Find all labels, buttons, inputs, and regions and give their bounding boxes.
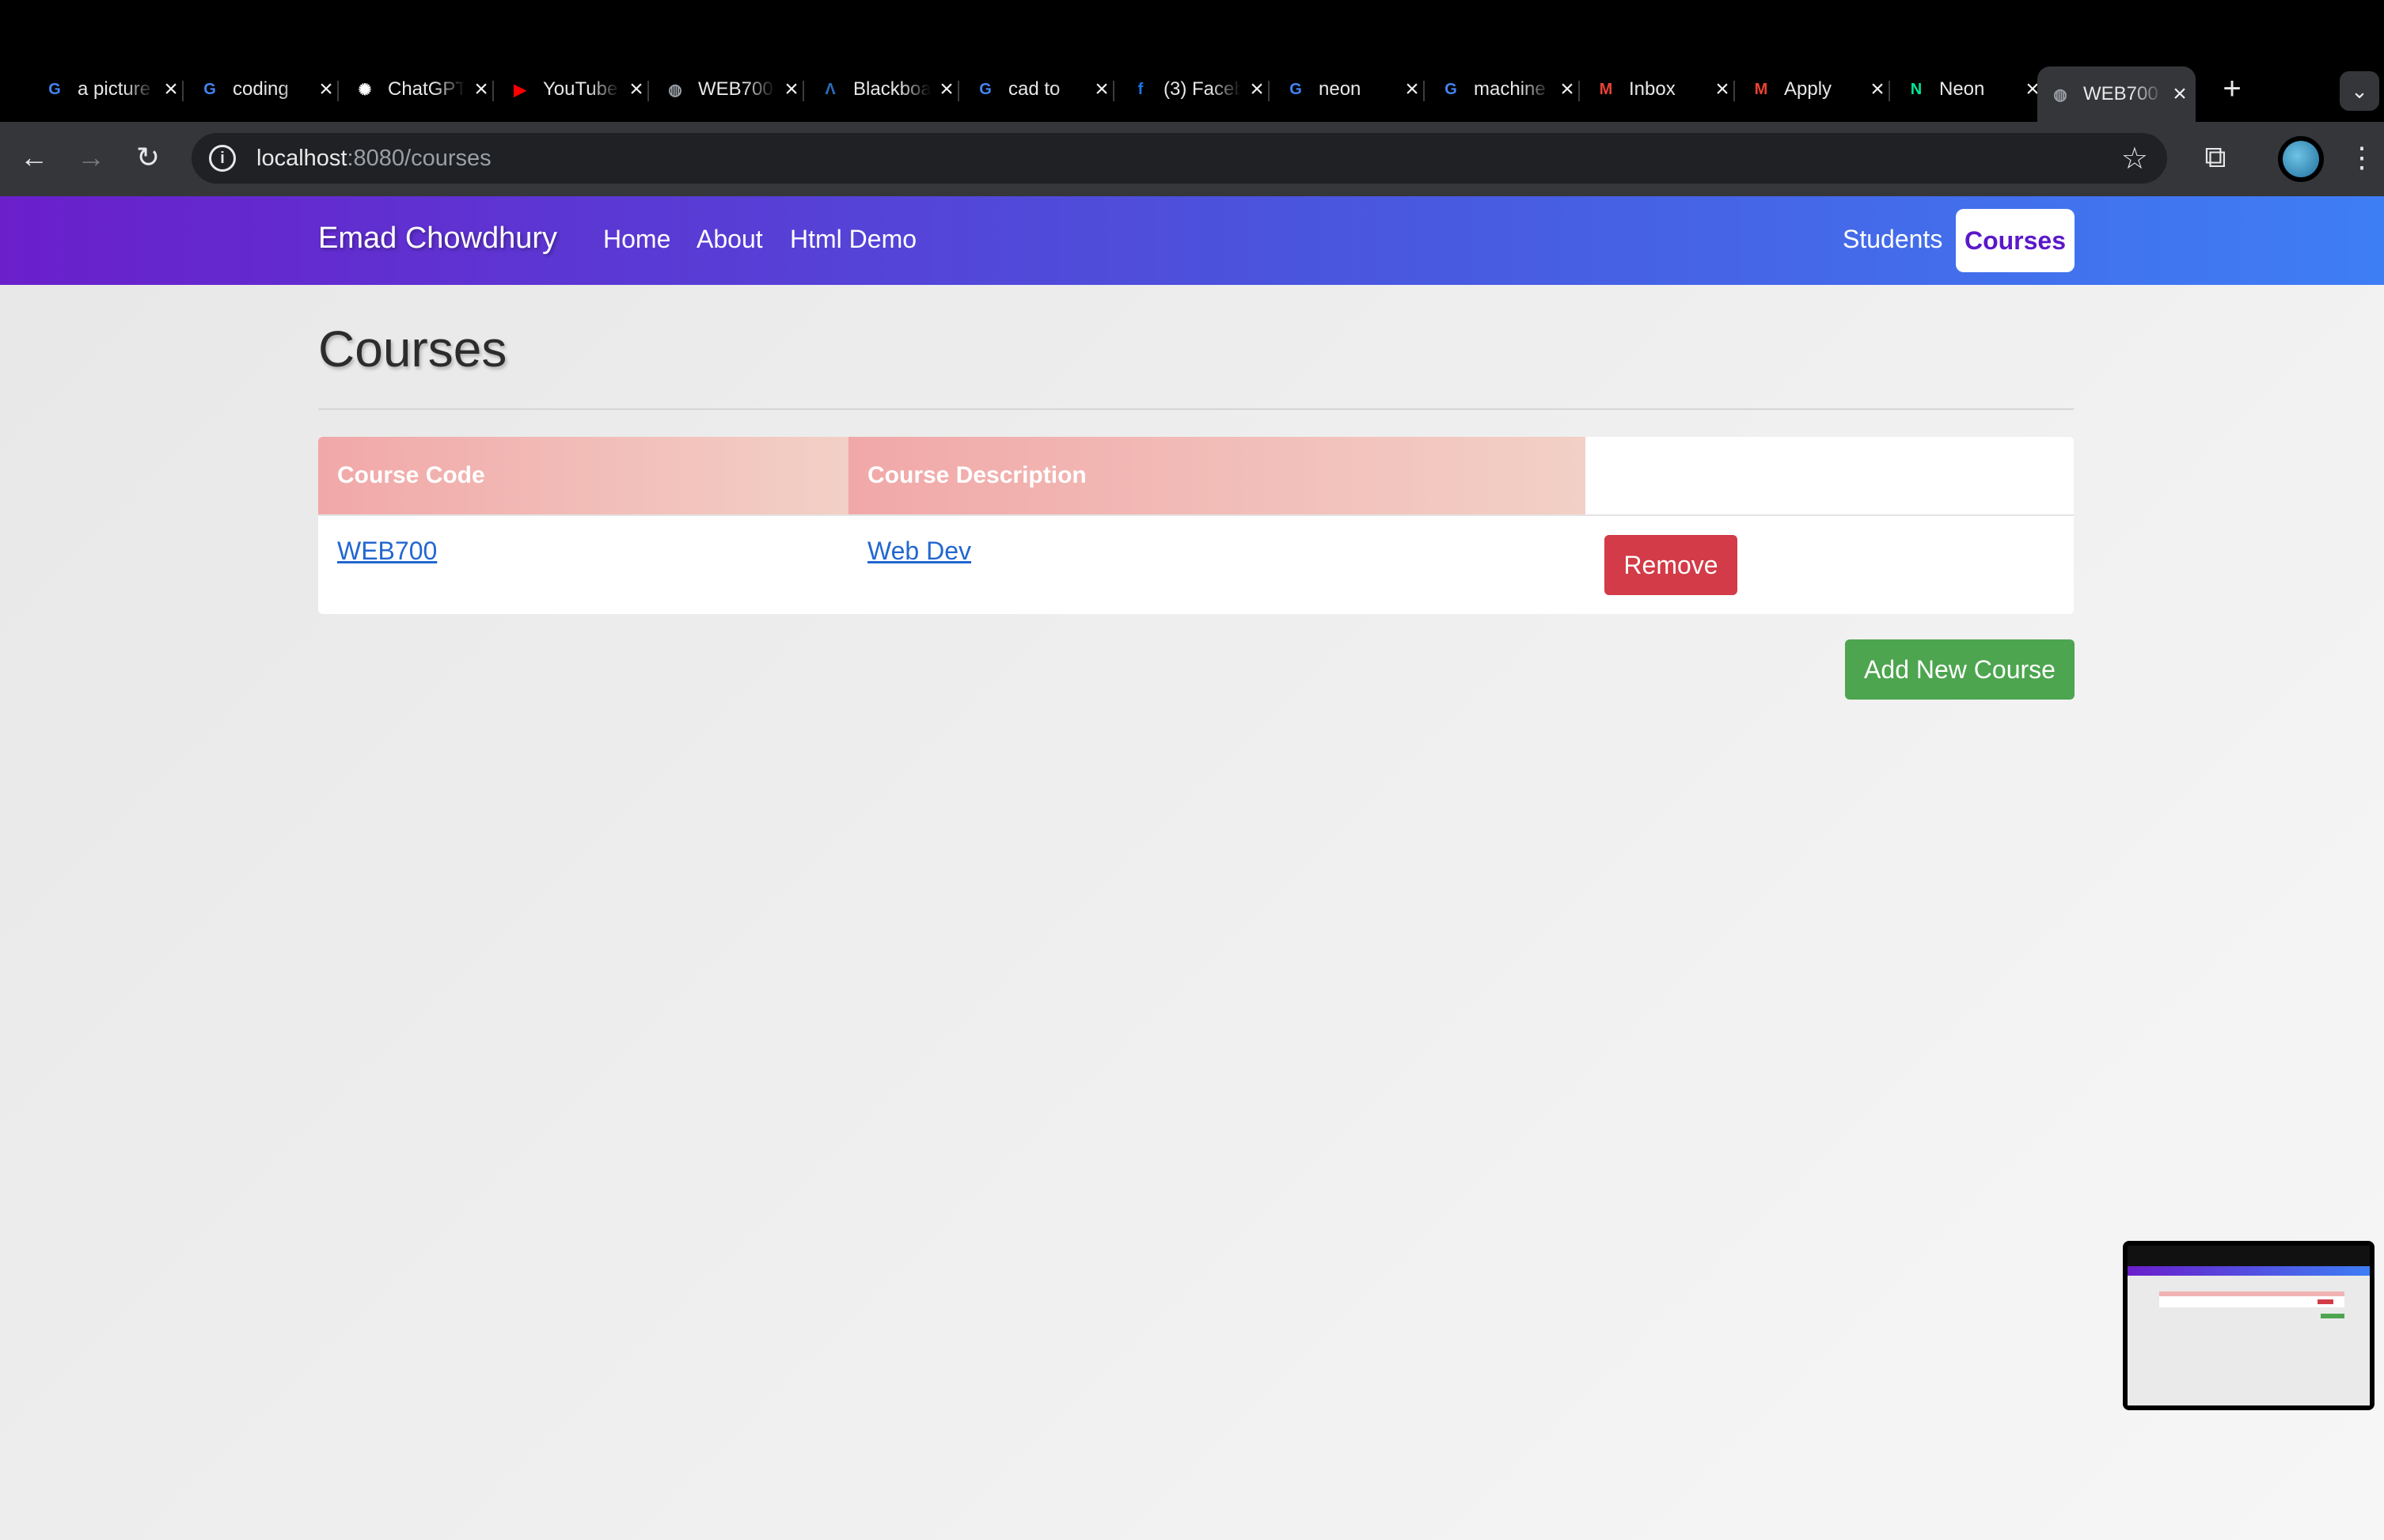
title-divider <box>318 408 2074 410</box>
tab-separator <box>958 81 959 101</box>
site-navbar: Emad Chowdhury Home About Html Demo Stud… <box>0 196 2384 285</box>
globe-icon: ◍ <box>2053 85 2067 104</box>
tab-label: WEB700 <box>2083 83 2158 104</box>
tab-separator <box>1423 81 1425 101</box>
header-divider <box>318 514 2074 516</box>
youtube-icon: ▶ <box>514 81 526 99</box>
tab-separator <box>1578 81 1580 101</box>
tab-separator <box>803 81 804 101</box>
browser-tab[interactable]: N Neon × <box>1893 66 2048 112</box>
browser-tab[interactable]: ◍ WEB700 × <box>2037 66 2196 122</box>
tab-label: Neon <box>1939 78 1985 100</box>
google-icon: G <box>1444 80 1457 98</box>
browser-tab[interactable]: Gcoding × <box>187 66 342 112</box>
screenshot-thumbnail-preview[interactable] <box>2123 1241 2375 1410</box>
header-actions <box>1585 437 2074 514</box>
brand-link[interactable]: Emad Chowdhury <box>318 222 557 256</box>
forward-arrow-icon[interactable]: → <box>71 138 111 177</box>
thumb-navbar <box>2128 1266 2370 1276</box>
tab-label: Blackboard <box>853 78 931 100</box>
tab-label: a picture <box>78 78 151 100</box>
tab-label: coding <box>233 78 289 100</box>
nav-html-demo-link[interactable]: Html Demo <box>790 225 917 254</box>
tab-label: neon <box>1319 78 1361 100</box>
header-course-description: Course Description <box>848 437 1585 514</box>
course-code-link[interactable]: WEB700 <box>337 537 437 566</box>
bookmark-star-icon[interactable]: ☆ <box>2121 141 2148 176</box>
google-icon: G <box>1289 80 1302 98</box>
tab-separator <box>1889 81 1890 101</box>
browser-tab[interactable]: Gcad to × <box>962 66 1118 112</box>
google-icon: G <box>979 80 992 98</box>
nav-courses-link-active[interactable]: Courses <box>1956 209 2075 272</box>
globe-icon: ◍ <box>668 81 682 99</box>
thumb-remove <box>2318 1299 2333 1304</box>
nav-home-link[interactable]: Home <box>603 225 670 254</box>
facebook-icon: f <box>1137 80 1144 98</box>
tab-search-icon[interactable]: ⌄ <box>2340 71 2379 111</box>
google-icon: G <box>203 80 216 98</box>
tab-separator <box>337 81 339 101</box>
neon-icon: N <box>1910 80 1923 98</box>
url-path: :8080/courses <box>347 145 492 171</box>
tab-separator <box>182 81 184 101</box>
browser-tab[interactable]: Gmachine × <box>1428 66 1583 112</box>
tab-label: cad to <box>1008 78 1061 100</box>
browser-tab[interactable]: f(3) Facebook× <box>1118 66 1273 112</box>
address-bar[interactable]: i localhost:8080/courses ☆ <box>192 133 2167 184</box>
site-info-icon[interactable]: i <box>209 145 236 172</box>
header-course-code: Course Code <box>318 437 848 514</box>
window-title-bar <box>0 0 2384 59</box>
tab-label: machine <box>1474 78 1546 100</box>
url-host: localhost <box>256 145 347 171</box>
remove-button[interactable]: Remove <box>1604 535 1737 595</box>
browser-tab[interactable]: ◍ WEB700 × <box>652 66 807 112</box>
thumb-table-rows <box>2159 1296 2344 1307</box>
google-icon: G <box>48 80 61 98</box>
nav-students-link[interactable]: Students <box>1843 225 1942 254</box>
browser-tab[interactable]: ✺ ChatGPT × <box>342 66 497 112</box>
course-description-link[interactable]: Web Dev <box>867 537 971 566</box>
reload-icon[interactable]: ↻ <box>128 138 168 177</box>
back-arrow-icon[interactable]: ← <box>14 138 54 177</box>
browser-tab[interactable]: Ga picture × <box>32 66 187 112</box>
tab-label: Apply <box>1784 78 1832 100</box>
chatgpt-icon: ✺ <box>358 81 372 99</box>
tab-close-icon[interactable]: × <box>2164 81 2196 108</box>
tab-label: YouTube <box>543 78 618 100</box>
browser-tab[interactable]: M Inbox × <box>1583 66 1738 112</box>
tab-label: ChatGPT <box>388 78 465 100</box>
gmail-icon: M <box>1599 80 1613 98</box>
gmail-icon: M <box>1754 80 1768 98</box>
new-tab-icon[interactable]: + <box>2216 71 2248 107</box>
tab-label: Inbox <box>1629 78 1676 100</box>
tab-separator <box>1113 81 1114 101</box>
tab-separator <box>647 81 649 101</box>
thumbnail-content <box>2128 1246 2370 1405</box>
extensions-icon[interactable]: ⧉ <box>2197 139 2234 176</box>
profile-avatar[interactable] <box>2278 136 2324 182</box>
courses-table: Course Code Course Description WEB700 We… <box>318 437 2074 614</box>
browser-tab[interactable]: ΛBlackboard× <box>807 66 962 112</box>
browser-tab[interactable]: M Apply × <box>1738 66 1893 112</box>
url-text: localhost:8080/courses <box>256 146 492 172</box>
tab-label: (3) Facebook <box>1164 78 1241 100</box>
thumb-add <box>2321 1314 2344 1318</box>
browser-tab[interactable]: ▶ YouTube × <box>497 66 652 112</box>
page-title: Courses <box>318 321 507 377</box>
browser-toolbar: ← → ↻ i localhost:8080/courses ☆ <box>0 122 2384 196</box>
add-new-course-button[interactable]: Add New Course <box>1845 639 2075 700</box>
tab-separator <box>1733 81 1735 101</box>
tab-strip: Ga picture × Gcoding × ✺ ChatGPT × ▶ YouTube × ◍ WE… <box>0 59 2384 122</box>
menu-kebab-icon[interactable]: ⋮ <box>2348 139 2376 176</box>
blackboard-icon: Λ <box>825 80 836 98</box>
tab-separator <box>1268 81 1270 101</box>
tab-separator <box>492 81 494 101</box>
browser-tab[interactable]: Gneon × <box>1273 66 1428 112</box>
tab-label: WEB700 <box>698 78 773 100</box>
thumb-chrome <box>2128 1246 2370 1266</box>
nav-about-link[interactable]: About <box>697 225 763 254</box>
